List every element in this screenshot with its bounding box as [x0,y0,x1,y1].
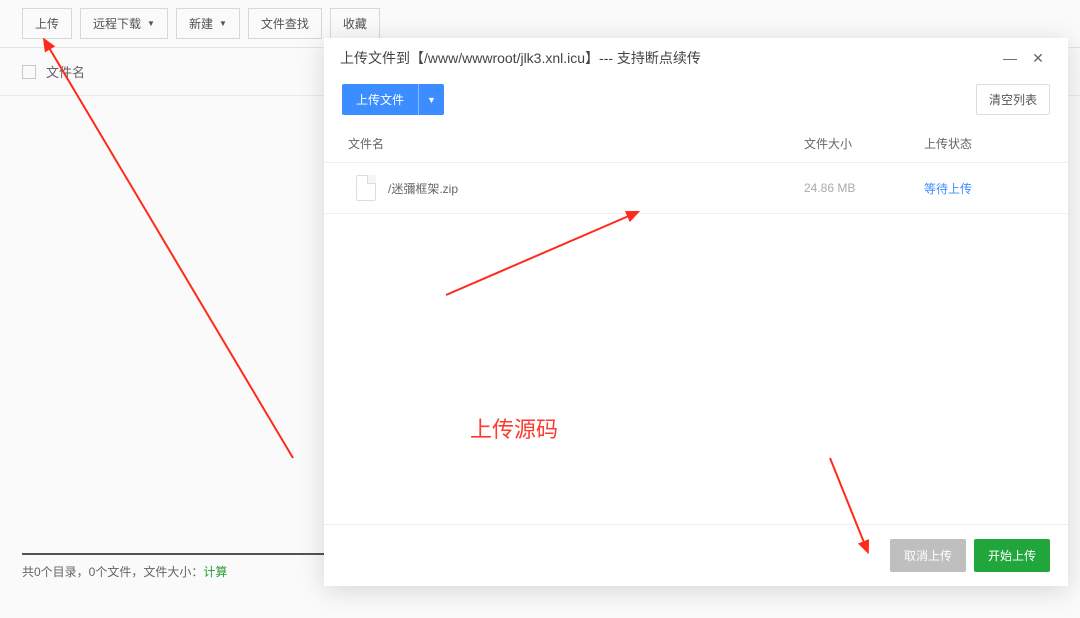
annotation-arrow [436,200,646,310]
upload-file-split-button[interactable]: 上传文件 ▼ [342,84,444,115]
close-icon[interactable]: ✕ [1024,50,1052,67]
annotation-arrow [820,450,880,560]
page-root: 上传 远程下载 ▼ 新建 ▼ 文件查找 收藏 文件名 共0个目录，0个文件，文件… [0,0,1080,618]
caret-down-icon: ▼ [219,19,227,28]
calc-link[interactable]: 计算 [203,565,227,579]
upload-button[interactable]: 上传 [22,8,72,39]
row-status: 等待上传 [924,180,1044,197]
upload-file-button[interactable]: 上传文件 [342,84,418,115]
start-upload-button[interactable]: 开始上传 [974,539,1050,572]
dialog-footer: 取消上传 开始上传 [324,524,1068,586]
caret-down-icon[interactable]: ▼ [418,84,444,115]
remote-download-label: 远程下载 [93,15,141,32]
file-icon [356,175,376,201]
select-all-checkbox[interactable] [22,65,36,79]
minimize-icon[interactable]: — [996,50,1024,66]
header-filesize: 文件大小 [804,135,924,152]
header-filename: 文件名 [348,135,804,152]
row-filesize: 24.86 MB [804,181,924,195]
upload-list-header: 文件名 文件大小 上传状态 [324,125,1068,163]
cancel-upload-button[interactable]: 取消上传 [890,539,966,572]
status-text: 共0个目录，0个文件，文件大小： [22,565,203,579]
new-label: 新建 [189,15,213,32]
header-status: 上传状态 [924,135,1044,152]
remote-download-button[interactable]: 远程下载 ▼ [80,8,168,39]
annotation-arrow [38,38,318,478]
caret-down-icon: ▼ [147,19,155,28]
dialog-actions: 上传文件 ▼ 清空列表 [324,78,1068,125]
file-search-button[interactable]: 文件查找 [248,8,322,39]
new-button[interactable]: 新建 ▼ [176,8,240,39]
row-filename: /迷彌框架.zip [388,180,804,197]
clear-list-button[interactable]: 清空列表 [976,84,1050,115]
upload-dialog: 上传文件到【/www/wwwroot/jlk3.xnl.icu】--- 支持断点… [324,38,1068,586]
dialog-title: 上传文件到【/www/wwwroot/jlk3.xnl.icu】--- 支持断点… [340,48,701,68]
dialog-titlebar: 上传文件到【/www/wwwroot/jlk3.xnl.icu】--- 支持断点… [324,38,1068,78]
favorite-button[interactable]: 收藏 [330,8,380,39]
